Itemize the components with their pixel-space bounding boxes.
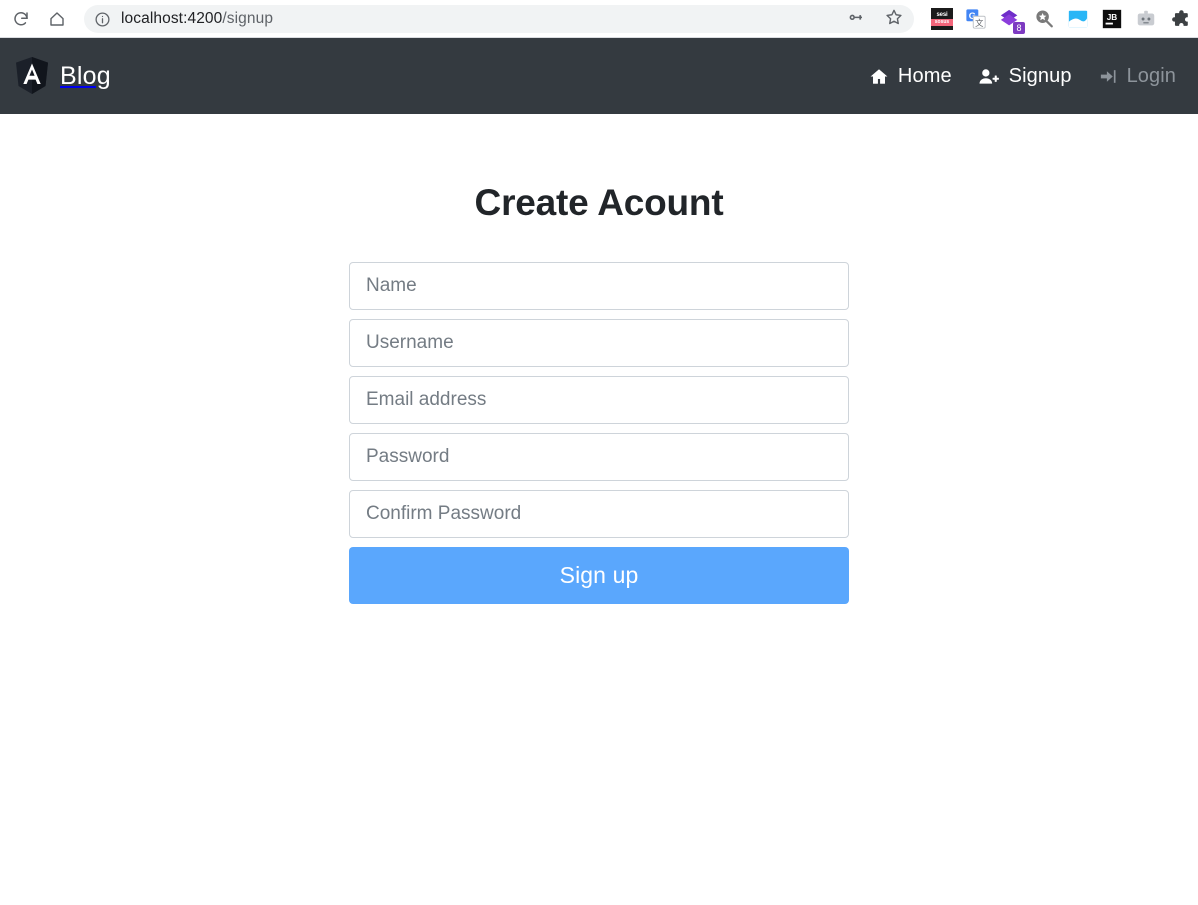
url-path: /signup	[222, 10, 274, 27]
reload-button[interactable]	[6, 4, 36, 34]
home-button[interactable]	[42, 4, 72, 34]
robot-extension-icon[interactable]	[1134, 7, 1158, 31]
name-input[interactable]	[349, 262, 849, 310]
brand-text: Blog	[60, 61, 111, 90]
home-icon	[48, 10, 66, 28]
address-bar-url: localhost:4200/signup	[121, 10, 273, 28]
extensions-puzzle-icon[interactable]	[1168, 7, 1192, 31]
password-input[interactable]	[349, 433, 849, 481]
signup-submit-button[interactable]: Sign up	[349, 547, 849, 604]
address-bar[interactable]: localhost:4200/signup	[84, 5, 914, 33]
site-info-icon[interactable]	[94, 11, 111, 28]
signup-form: Sign up	[349, 262, 849, 604]
nav-link-signup[interactable]: Signup	[978, 65, 1072, 88]
browser-toolbar: localhost:4200/signup sesi sosus G 文 8 J…	[0, 0, 1198, 38]
purple-diamond-extension-icon[interactable]: 8	[998, 7, 1025, 34]
nav-link-signup-label: Signup	[1008, 64, 1072, 87]
app-navbar: Blog Home Signup Login	[0, 38, 1198, 114]
password-key-icon[interactable]	[846, 7, 866, 32]
toolbar-divider	[0, 37, 1198, 38]
search-star-extension-icon[interactable]	[1032, 7, 1056, 31]
svg-text:文: 文	[975, 18, 983, 28]
nav-link-home[interactable]: Home	[869, 65, 952, 88]
sesi-extension-top-label: sesi	[936, 12, 948, 18]
sign-in-icon	[1098, 67, 1118, 86]
sesi-extension-bottom-label: sosus	[931, 19, 953, 26]
page-title: Create Acount	[474, 182, 724, 223]
page-content: Create Acount Sign up	[0, 114, 1198, 905]
extensions-strip: sesi sosus G 文 8 JB	[920, 7, 1192, 34]
bookmark-star-icon[interactable]	[884, 7, 904, 32]
sesi-sosus-extension-icon[interactable]: sesi sosus	[930, 7, 954, 31]
nav-link-home-label: Home	[897, 64, 952, 87]
brand-link[interactable]: Blog	[14, 56, 111, 96]
purple-diamond-extension-badge: 8	[1013, 22, 1025, 34]
nav-link-login[interactable]: Login	[1098, 65, 1176, 88]
user-plus-icon	[978, 67, 1000, 86]
email-input[interactable]	[349, 376, 849, 424]
google-translate-extension-icon[interactable]: G 文	[964, 7, 988, 31]
svg-text:JB: JB	[1107, 13, 1118, 22]
angular-shield-icon	[14, 56, 50, 96]
confirm-password-input[interactable]	[349, 490, 849, 538]
blue-square-extension-icon[interactable]	[1066, 7, 1090, 31]
url-host: localhost:4200	[121, 10, 223, 27]
home-icon	[869, 67, 889, 86]
nav-link-login-label: Login	[1126, 64, 1176, 87]
navbar-links: Home Signup Login	[869, 65, 1176, 88]
username-input[interactable]	[349, 319, 849, 367]
reload-icon	[12, 10, 30, 28]
jetbrains-extension-icon[interactable]: JB	[1100, 7, 1124, 31]
